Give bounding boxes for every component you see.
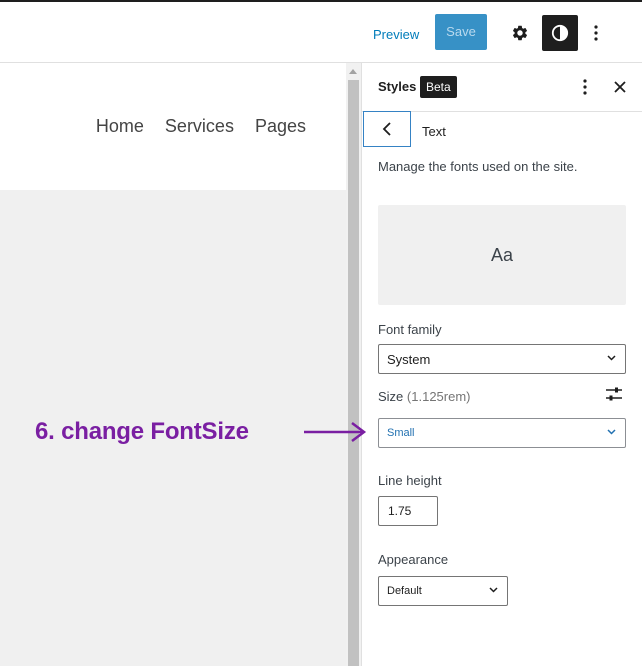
- beta-badge: Beta: [420, 76, 457, 98]
- site-navigation: Home Services Pages: [96, 116, 306, 137]
- save-button[interactable]: Save: [435, 14, 487, 50]
- appearance-select[interactable]: Default: [378, 576, 508, 606]
- appearance-value: Default: [387, 585, 422, 597]
- font-family-select[interactable]: System: [378, 344, 626, 374]
- typography-preview: Aa: [378, 205, 626, 305]
- panel-description: Manage the fonts used on the site.: [378, 159, 578, 174]
- options-menu-button[interactable]: [586, 16, 606, 50]
- scroll-up-arrow-icon[interactable]: [349, 69, 357, 74]
- editor-topbar: Preview Save: [0, 2, 642, 63]
- preview-button[interactable]: Preview: [366, 20, 426, 50]
- chevron-down-icon: [607, 429, 616, 435]
- close-icon: [614, 81, 626, 93]
- size-label-text: Size: [378, 389, 404, 404]
- back-button[interactable]: [363, 111, 411, 147]
- nav-link-pages[interactable]: Pages: [255, 116, 306, 137]
- site-header: Home Services Pages: [0, 63, 346, 190]
- preview-text: Aa: [490, 244, 514, 265]
- custom-size-toggle-icon[interactable]: [605, 385, 623, 403]
- line-height-label: Line height: [378, 473, 442, 488]
- chevron-down-icon: [489, 587, 498, 593]
- panel-title: Text: [422, 124, 446, 139]
- sidebar-title: Styles: [378, 79, 417, 94]
- nav-link-home[interactable]: Home: [96, 116, 144, 137]
- nav-link-services[interactable]: Services: [165, 116, 234, 137]
- styles-sidebar: Styles Beta Text Manage the fonts used o…: [361, 63, 642, 666]
- annotation-arrow-icon: [304, 422, 367, 442]
- size-label: Size (1.125rem): [378, 389, 471, 404]
- editor-canvas: Home Services Pages: [0, 63, 346, 666]
- styles-toggle-button[interactable]: [542, 15, 578, 51]
- gear-icon: [512, 25, 528, 41]
- font-family-label: Font family: [378, 322, 442, 337]
- appearance-label: Appearance: [378, 552, 449, 567]
- settings-button[interactable]: [505, 16, 535, 50]
- font-size-select[interactable]: Small: [378, 418, 626, 448]
- chevron-down-icon: [607, 355, 616, 361]
- font-family-value: System: [387, 352, 431, 367]
- vertical-ellipsis-icon: [583, 79, 587, 95]
- vertical-ellipsis-icon: [594, 25, 598, 41]
- font-size-value: Small: [387, 427, 415, 439]
- half-circle-contrast-icon: [551, 24, 569, 42]
- chevron-left-icon: [382, 122, 391, 136]
- close-sidebar-button[interactable]: [610, 75, 630, 99]
- size-hint: (1.125rem): [406, 389, 471, 404]
- sidebar-options-button[interactable]: [575, 75, 595, 99]
- scrollbar-thumb[interactable]: [348, 80, 359, 666]
- tutorial-step-annotation: 6. change FontSize: [35, 418, 249, 445]
- line-height-input[interactable]: [378, 496, 438, 526]
